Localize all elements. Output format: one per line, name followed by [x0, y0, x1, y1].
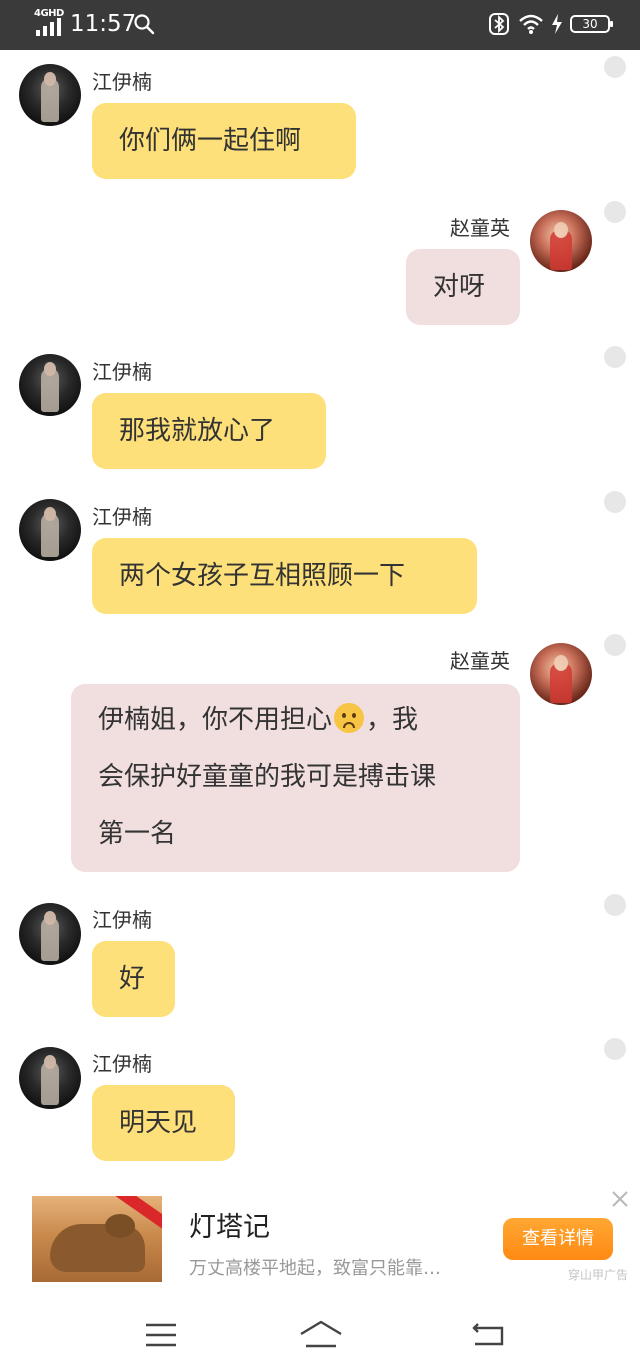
avatar[interactable]: [19, 1047, 81, 1109]
message-bubble[interactable]: 好: [92, 941, 175, 1017]
ad-source-label: 穿山甲广告: [568, 1268, 629, 1282]
close-icon[interactable]: [610, 1189, 630, 1209]
read-status-dot: [604, 1038, 626, 1060]
menu-icon[interactable]: [145, 1322, 177, 1348]
message-text: 会保护好童童的我可是搏击课: [98, 762, 437, 792]
sender-name: 江伊楠: [92, 360, 152, 384]
message-bubble[interactable]: 那我就放心了: [92, 393, 326, 469]
avatar[interactable]: [19, 354, 81, 416]
ad-image[interactable]: [32, 1196, 162, 1282]
ad-details-button[interactable]: 查看详情: [503, 1218, 613, 1260]
message-bubble[interactable]: 两个女孩子互相照顾一下: [92, 538, 477, 614]
avatar[interactable]: [530, 210, 592, 272]
message-bubble[interactable]: 伊楠姐，你不用担心 ，我 会保护好童童的我可是搏击课 第一名: [71, 684, 520, 872]
charging-icon: [552, 14, 562, 34]
sender-name: 江伊楠: [92, 908, 152, 932]
message-bubble[interactable]: 明天见: [92, 1085, 235, 1161]
avatar[interactable]: [19, 64, 81, 126]
sender-name: 赵童英: [450, 216, 510, 240]
sender-name: 赵童英: [450, 649, 510, 673]
read-status-dot: [604, 491, 626, 513]
message-text: ，我: [366, 705, 419, 735]
ad-title[interactable]: 灯塔记: [189, 1205, 270, 1244]
status-bar: 4GHD 11:57 30: [0, 0, 640, 50]
signal-icon: [36, 18, 61, 36]
worried-face-icon: [334, 703, 365, 733]
read-status-dot: [604, 201, 626, 223]
message-text: 第一名: [98, 819, 177, 849]
read-status-dot: [604, 894, 626, 916]
wifi-icon: [519, 14, 543, 34]
back-icon[interactable]: [472, 1320, 506, 1350]
message-text: 伊楠姐，你不用担心: [98, 705, 333, 735]
battery-level: 30: [582, 17, 598, 31]
read-status-dot: [604, 346, 626, 368]
search-icon: [134, 14, 155, 35]
sender-name: 江伊楠: [92, 505, 152, 529]
clock: 11:57: [70, 11, 137, 37]
read-status-dot: [604, 56, 626, 78]
avatar[interactable]: [19, 903, 81, 965]
home-icon[interactable]: [298, 1318, 344, 1350]
status-icons: 30: [487, 12, 613, 36]
avatar[interactable]: [530, 643, 592, 705]
sender-name: 江伊楠: [92, 1052, 152, 1076]
bluetooth-vibrate-icon: [489, 13, 509, 35]
avatar[interactable]: [19, 499, 81, 561]
battery-icon: 30: [570, 15, 613, 33]
message-bubble[interactable]: 对呀: [406, 249, 520, 325]
read-status-dot: [604, 634, 626, 656]
sender-name: 江伊楠: [92, 70, 152, 94]
ad-description[interactable]: 万丈高楼平地起，致富只能靠…: [189, 1254, 441, 1280]
message-bubble[interactable]: 你们俩一起住啊: [92, 103, 356, 179]
